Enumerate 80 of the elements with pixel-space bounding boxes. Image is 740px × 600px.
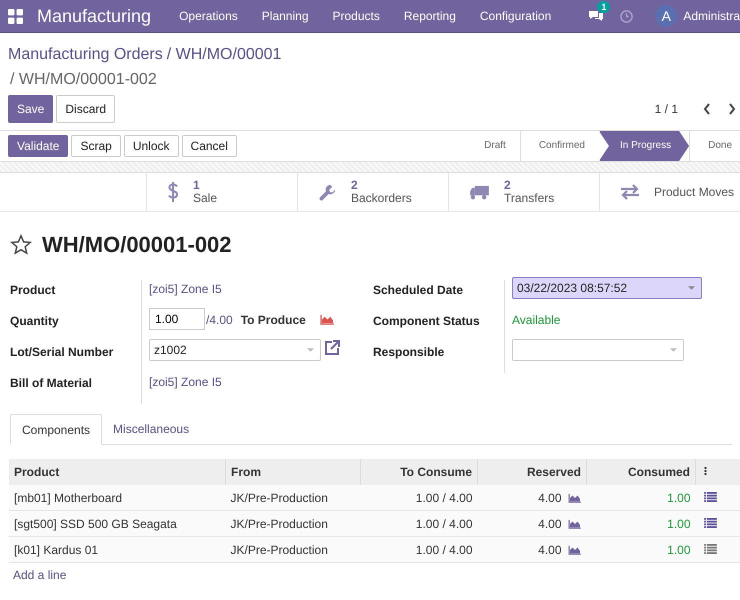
column-options-icon[interactable] <box>704 466 707 476</box>
transfer-arrows-icon <box>620 184 640 200</box>
chat-icon[interactable] <box>588 9 604 23</box>
user-avatar[interactable]: A <box>655 5 678 27</box>
area-chart-icon[interactable] <box>568 492 582 502</box>
save-button[interactable]: Save <box>8 95 54 123</box>
table-cell: [k01] Kardus 01 <box>9 536 226 562</box>
area-chart-icon[interactable] <box>568 544 582 554</box>
details-list-icon[interactable] <box>704 544 716 554</box>
menu-item[interactable]: Configuration <box>480 9 552 23</box>
column-header[interactable]: To Consume <box>360 459 478 485</box>
table-cell: [sgt500] SSD 500 GB Seagata <box>9 510 226 536</box>
record-title: WH/MO/00001-002 <box>42 232 232 258</box>
breadcrumb-link[interactable]: Manufacturing Orders <box>8 44 163 63</box>
date-field[interactable]: 03/22/2023 08:57:52 <box>512 277 702 299</box>
field-label: Product <box>10 280 142 311</box>
external-link-icon[interactable] <box>323 339 341 357</box>
column-header[interactable]: Consumed <box>586 459 696 485</box>
details-list-icon[interactable] <box>704 492 716 502</box>
table-cell: JK/Pre-Production <box>226 485 360 510</box>
action-button[interactable]: Cancel <box>182 135 237 157</box>
field-label: Lot/Serial Number <box>10 342 142 373</box>
table-cell: 1.00 <box>586 510 696 536</box>
dropdown-caret-icon[interactable] <box>688 286 695 290</box>
field-label: Scheduled Date <box>373 280 505 311</box>
field-label: Quantity <box>10 311 142 342</box>
tab[interactable]: Components <box>10 414 102 445</box>
reserved-quantity: 4.00 <box>538 542 562 556</box>
table-cell: 1.00 / 4.00 <box>360 536 478 562</box>
field-label: Bill of Material <box>10 373 142 404</box>
column-header[interactable]: Product <box>9 459 226 485</box>
status-stage[interactable]: Draft <box>466 131 520 161</box>
breadcrumb-link[interactable]: / WH/MO/00001 <box>166 44 282 63</box>
favorite-star-icon[interactable] <box>10 234 32 256</box>
dollar-icon <box>167 181 179 203</box>
discard-button[interactable]: Discard <box>56 95 116 123</box>
table-cell: 1.00 / 4.00 <box>360 485 478 510</box>
field-label: Responsible <box>373 342 505 373</box>
quantity-total: /4.00 <box>206 312 233 327</box>
action-button[interactable]: Unlock <box>124 135 179 157</box>
wrench-icon <box>318 182 337 202</box>
menu-item[interactable]: Reporting <box>404 9 456 23</box>
column-header[interactable]: From <box>226 459 360 485</box>
status-value: Available <box>512 312 560 327</box>
table-cell: 1.00 <box>586 485 696 510</box>
field-label: Component Status <box>373 311 505 342</box>
breadcrumb-current: / WH/MO/00001-002 <box>9 70 158 90</box>
next-icon[interactable] <box>728 103 736 115</box>
quantity-unit-label: To Produce <box>240 312 306 327</box>
apps-menu-icon[interactable] <box>8 8 23 24</box>
status-stage[interactable]: In Progress <box>598 131 690 161</box>
add-line-link[interactable]: Add a line <box>13 568 66 582</box>
tab[interactable]: Miscellaneous <box>102 414 200 444</box>
table-cell: JK/Pre-Production <box>226 536 360 562</box>
reserved-quantity: 4.00 <box>538 516 562 530</box>
table-cell: 1.00 / 4.00 <box>360 510 478 536</box>
responsible-select-field[interactable] <box>512 339 684 361</box>
table-cell: JK/Pre-Production <box>226 510 360 536</box>
previous-icon[interactable] <box>703 103 711 115</box>
record-link[interactable]: [zoi5] Zone I5 <box>149 373 222 389</box>
user-name[interactable]: Administra <box>683 9 740 23</box>
pager-counter: 1 / 1 <box>654 102 678 116</box>
table-cell: 1.00 <box>586 536 696 562</box>
menu-item[interactable]: Products <box>332 9 380 23</box>
app-title[interactable]: Manufacturing <box>37 6 152 26</box>
column-header[interactable]: Reserved <box>478 459 586 485</box>
menu-item[interactable]: Operations <box>179 9 238 23</box>
record-link[interactable]: [zoi5] Zone I5 <box>149 280 222 296</box>
menu-item[interactable]: Planning <box>262 9 308 23</box>
action-button[interactable]: Validate <box>8 135 68 157</box>
area-chart-icon[interactable] <box>568 518 582 528</box>
quantity-field[interactable]: 1.00 <box>149 308 205 330</box>
table-cell: [mb01] Motherboard <box>9 485 226 510</box>
action-button[interactable]: Scrap <box>71 135 121 157</box>
reserved-quantity: 4.00 <box>538 490 562 504</box>
message-count-badge: 1 <box>597 1 610 13</box>
details-list-icon[interactable] <box>704 518 716 528</box>
lot-select-field[interactable]: z1002 <box>149 339 321 361</box>
truck-icon <box>469 184 490 200</box>
area-chart-icon[interactable] <box>320 314 335 325</box>
